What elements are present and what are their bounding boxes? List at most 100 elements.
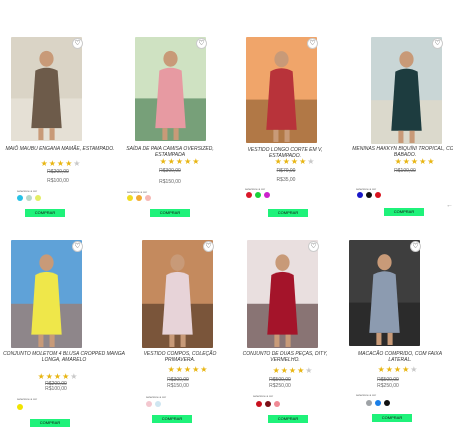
star-icon: ★ — [410, 157, 420, 166]
old-price: R$100,00 — [394, 168, 416, 174]
star-icon: ★ — [385, 365, 394, 374]
star-icon: ★ — [402, 157, 411, 166]
color-swatch[interactable] — [35, 195, 41, 201]
star-icon: ★ — [377, 365, 386, 374]
product-photo[interactable] — [349, 240, 420, 346]
rating-stars: ★★★★★ — [21, 160, 101, 168]
product-photo[interactable] — [135, 37, 206, 141]
rating-stars: ★★★★★ — [148, 366, 228, 374]
color-swatch[interactable] — [17, 195, 23, 201]
old-price: R$70,00 — [276, 168, 296, 174]
color-swatch[interactable] — [375, 400, 381, 406]
star-icon: ★ — [175, 157, 185, 166]
sale-price: R$100,00 — [45, 386, 67, 392]
color-swatches — [357, 192, 384, 199]
buy-button[interactable]: COMPRAR — [150, 209, 190, 217]
rating-stars: ★★★★★ — [140, 158, 220, 166]
star-icon: ★ — [393, 365, 403, 374]
star-icon: ★ — [305, 366, 314, 375]
star-icon: ★ — [73, 159, 82, 168]
color-select-label: selecione a cor — [253, 394, 274, 398]
color-swatch[interactable] — [366, 192, 372, 198]
color-swatch[interactable] — [357, 192, 363, 198]
color-swatch[interactable] — [264, 192, 270, 198]
star-icon: ★ — [183, 365, 193, 374]
star-icon: ★ — [427, 157, 436, 166]
heart-icon[interactable]: ♡ — [308, 241, 319, 252]
color-swatch[interactable] — [145, 195, 151, 201]
star-icon: ★ — [48, 159, 57, 168]
color-swatch[interactable] — [274, 401, 280, 407]
star-icon: ★ — [200, 365, 209, 374]
buy-button[interactable]: COMPRAR — [268, 415, 308, 423]
color-swatch[interactable] — [255, 192, 261, 198]
star-icon: ★ — [45, 372, 54, 381]
heart-icon[interactable]: ♡ — [432, 38, 443, 49]
color-swatches — [366, 400, 393, 407]
color-swatch[interactable] — [375, 192, 381, 198]
product-photo[interactable] — [142, 240, 213, 348]
star-icon: ★ — [56, 159, 66, 168]
color-select-label: selecione a cor — [17, 397, 38, 401]
star-icon: ★ — [159, 157, 168, 166]
color-swatch[interactable] — [366, 400, 372, 406]
sale-price: R$100,00 — [47, 178, 69, 184]
star-icon: ★ — [40, 159, 49, 168]
color-select-label: selecione a cor — [245, 187, 266, 191]
product-photo[interactable] — [247, 240, 318, 348]
star-icon: ★ — [167, 157, 176, 166]
old-price: R$300,00 — [159, 168, 181, 174]
star-icon: ★ — [175, 365, 184, 374]
color-swatch[interactable] — [136, 195, 142, 201]
color-select-label: selecione a cor — [146, 395, 167, 399]
color-swatches — [17, 404, 26, 411]
color-swatch[interactable] — [246, 192, 252, 198]
color-select-label: selecione a cor — [356, 393, 377, 397]
buy-button[interactable]: COMPRAR — [25, 209, 65, 217]
arrow-left-icon[interactable]: ← — [446, 202, 453, 209]
buy-button[interactable]: COMPRAR — [268, 209, 308, 217]
buy-button[interactable]: COMPRAR — [30, 419, 70, 427]
color-swatch[interactable] — [155, 401, 161, 407]
color-swatches — [246, 192, 273, 199]
heart-icon[interactable]: ♡ — [307, 38, 318, 49]
color-swatch[interactable] — [17, 404, 23, 410]
star-icon: ★ — [282, 157, 291, 166]
color-select-label: selecione a cor — [356, 187, 377, 191]
color-swatch[interactable] — [127, 195, 133, 201]
star-icon: ★ — [410, 365, 419, 374]
color-swatches — [146, 401, 164, 408]
buy-button[interactable]: COMPRAR — [384, 208, 424, 216]
product-photo[interactable] — [371, 37, 442, 144]
color-swatch[interactable] — [256, 401, 262, 407]
rating-stars: ★★★★★ — [18, 373, 98, 381]
heart-icon[interactable]: ♡ — [410, 241, 421, 252]
heart-icon[interactable]: ♡ — [72, 38, 83, 49]
product-photo[interactable] — [11, 240, 82, 348]
buy-button[interactable]: COMPRAR — [372, 414, 412, 422]
sale-price: R$150,00 — [167, 383, 189, 389]
product-name: CONJUNTO DE DUAS PEÇAS, DITY, VERMELHO. — [242, 351, 328, 363]
star-icon: ★ — [192, 157, 201, 166]
star-icon: ★ — [70, 372, 79, 381]
heart-icon[interactable]: ♡ — [196, 38, 207, 49]
sale-price: R$250,00 — [377, 383, 399, 389]
heart-icon[interactable]: ♡ — [72, 241, 83, 252]
color-swatch[interactable] — [26, 195, 32, 201]
color-swatches — [256, 401, 283, 408]
color-swatch[interactable] — [146, 401, 152, 407]
star-icon: ★ — [167, 365, 176, 374]
star-icon: ★ — [394, 157, 403, 166]
star-icon: ★ — [280, 366, 289, 375]
rating-stars: ★★★★★ — [358, 366, 438, 374]
rating-stars: ★★★★★ — [253, 367, 333, 375]
color-swatch[interactable] — [384, 400, 390, 406]
product-photo[interactable] — [246, 37, 317, 143]
heart-icon[interactable]: ♡ — [203, 241, 214, 252]
color-swatches — [17, 195, 44, 202]
product-photo[interactable] — [11, 37, 82, 141]
color-swatch[interactable] — [265, 401, 271, 407]
rating-stars: ★★★★★ — [255, 158, 335, 166]
rating-stars: ★★★★★ — [375, 158, 453, 166]
buy-button[interactable]: COMPRAR — [152, 415, 192, 423]
